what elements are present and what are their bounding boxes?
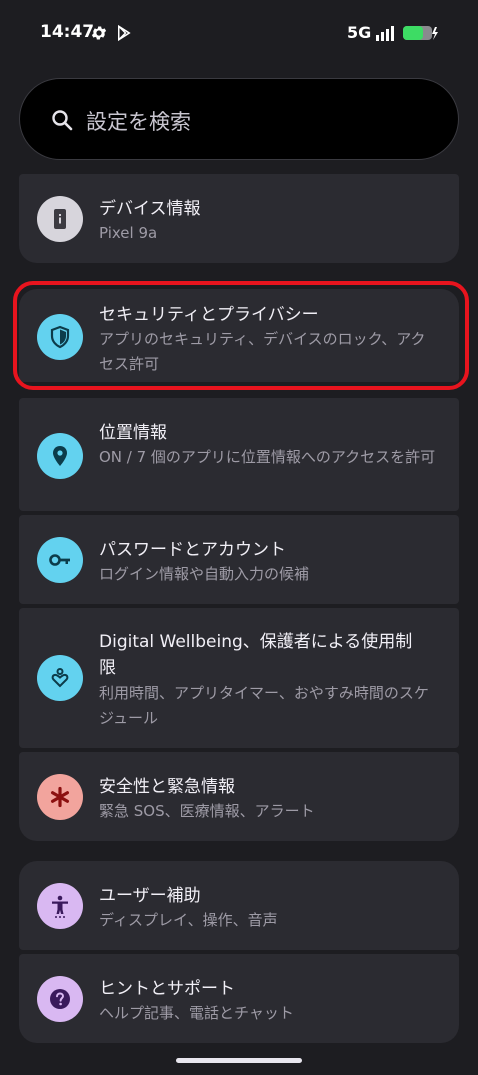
- item-subtitle: ログイン情報や自動入力の候補: [99, 565, 310, 583]
- battery-charging-icon: [403, 26, 438, 40]
- settings-item-accessibility[interactable]: ユーザー補助 ディスプレイ、操作、音声: [19, 861, 459, 950]
- wellbeing-heart-icon: [37, 655, 83, 701]
- navigation-handle[interactable]: [176, 1058, 302, 1063]
- item-title: ヒントとサポート: [99, 979, 235, 999]
- gear-icon: [91, 26, 107, 40]
- item-subtitle: Pixel 9a: [99, 224, 158, 242]
- status-time: 14:47: [40, 22, 95, 42]
- item-subtitle: ディスプレイ、操作、音声: [99, 911, 278, 929]
- search-placeholder: 設定を検索: [86, 110, 191, 134]
- phone-info-icon: [37, 196, 83, 242]
- search-bar[interactable]: 設定を検索: [19, 78, 459, 160]
- key-icon: [37, 537, 83, 583]
- network-type: 5G: [347, 23, 372, 42]
- asterisk-icon: [37, 774, 83, 820]
- item-title: ユーザー補助: [99, 886, 201, 906]
- settings-item-digital-wellbeing[interactable]: Digital Wellbeing、保護者による使用制限 利用時間、アプリタイマ…: [19, 608, 459, 748]
- item-subtitle: 利用時間、アプリタイマー、おやすみ時間のスケジュール: [99, 684, 429, 727]
- item-title: 安全性と緊急情報: [99, 777, 235, 797]
- play-store-icon: [118, 24, 131, 42]
- settings-item-safety-emergency[interactable]: 安全性と緊急情報 緊急 SOS、医療情報、アラート: [19, 752, 459, 841]
- item-title: デバイス情報: [99, 199, 201, 219]
- item-title: パスワードとアカウント: [99, 540, 286, 560]
- settings-item-tips-support[interactable]: ヒントとサポート ヘルプ記事、電話とチャット: [19, 954, 459, 1043]
- item-title: 位置情報: [99, 423, 167, 443]
- item-title: Digital Wellbeing、保護者による使用制限: [99, 632, 413, 678]
- signal-icon: [376, 26, 394, 41]
- settings-item-device-info[interactable]: デバイス情報 Pixel 9a: [19, 174, 459, 263]
- item-subtitle: ON / 7 個のアプリに位置情報へのアクセスを許可: [99, 448, 436, 466]
- item-subtitle: 緊急 SOS、医療情報、アラート: [99, 802, 315, 820]
- status-bar: 14:47 5G: [0, 0, 478, 68]
- help-icon: [37, 976, 83, 1022]
- location-pin-icon: [37, 433, 83, 479]
- settings-item-location[interactable]: 位置情報 ON / 7 個のアプリに位置情報へのアクセスを許可: [19, 398, 459, 511]
- search-icon: [52, 110, 73, 131]
- accessibility-icon: [37, 883, 83, 929]
- settings-item-passwords-accounts[interactable]: パスワードとアカウント ログイン情報や自動入力の候補: [19, 515, 459, 604]
- item-subtitle: ヘルプ記事、電話とチャット: [99, 1004, 294, 1022]
- highlight-box: [13, 281, 469, 390]
